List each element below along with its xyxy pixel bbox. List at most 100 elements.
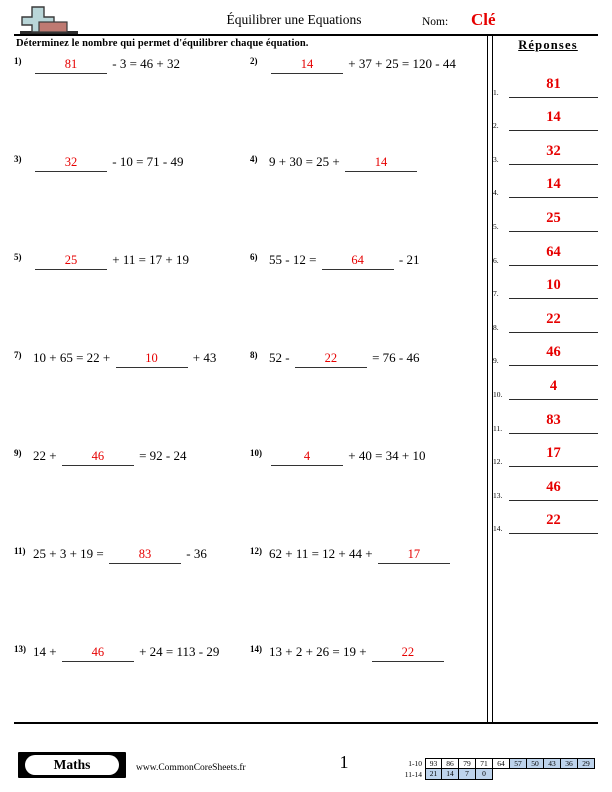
answer-line[interactable]: 83: [509, 409, 598, 434]
equation-suffix: - 3 = 46 + 32: [109, 56, 180, 71]
answers-list: 1. 81 2. 14 3. 32 4. 14 5. 25 6. 64 7. 10 8. 22 9. 46 10. 4…: [492, 64, 600, 535]
answer-value: 64: [546, 243, 561, 260]
answer-row: 9. 46: [492, 333, 600, 367]
equation-suffix: + 43: [189, 350, 217, 365]
question-number: 11): [14, 546, 26, 556]
score-row: 11-14 21 14 7 0: [396, 769, 595, 780]
questions-grid: 1) 81 - 3 = 46 + 32 2) 14 + 37 + 25 = 120 -…: [14, 56, 484, 716]
question-number: 3): [14, 154, 22, 164]
answer-line[interactable]: 22: [509, 308, 598, 333]
answer-index: 9.: [493, 356, 499, 366]
answer-line[interactable]: 14: [509, 106, 598, 132]
answer-blank[interactable]: 32: [35, 155, 107, 172]
equation-expression: 14 + 46 + 24 = 113 - 29: [33, 644, 219, 662]
answer-index: 13.: [493, 490, 503, 500]
answer-blank[interactable]: 25: [35, 253, 107, 270]
answer-row: 2. 14: [492, 98, 600, 132]
answer-blank[interactable]: 4: [271, 449, 343, 466]
answers-column: Réponses 1. 81 2. 14 3. 32 4. 14 5. 25 6. 64 7. 10 8. 2…: [492, 38, 600, 535]
answer-blank[interactable]: 81: [35, 57, 107, 74]
answer-index: 14.: [493, 524, 503, 534]
question-item: 6) 55 - 12 = 64 - 21: [250, 252, 482, 282]
equation-suffix: = 76 - 46: [368, 350, 420, 365]
equation-suffix: + 37 + 25 = 120 - 44: [345, 56, 456, 71]
answer-line[interactable]: 25: [509, 207, 598, 232]
answer-index: 11.: [493, 423, 503, 433]
answer-line[interactable]: 14: [509, 173, 598, 199]
answer-value: 4: [549, 377, 558, 394]
question-item: 9) 22 + 46 = 92 - 24: [14, 448, 246, 478]
equation-prefix: 13 + 2 + 26 = 19 +: [269, 644, 370, 659]
score-row: 1-10 93 86 79 71 64 57 50 43 36 29: [396, 758, 595, 769]
equation-expression: 14 + 37 + 25 = 120 - 44: [269, 56, 456, 74]
answer-blank[interactable]: 46: [61, 645, 134, 662]
question-number: 4): [250, 154, 258, 164]
question-number: 9): [14, 448, 22, 458]
answer-blank[interactable]: 22: [294, 351, 367, 368]
name-value: Clé: [471, 10, 496, 29]
answer-row: 8. 22: [492, 299, 600, 333]
answer-row: 6. 64: [492, 232, 600, 266]
answer-index: 12.: [493, 457, 503, 467]
equation-expression: 81 - 3 = 46 + 32: [33, 56, 180, 74]
question-number: 5): [14, 252, 22, 262]
answer-row: 4. 14: [492, 165, 600, 199]
answers-title: Réponses: [518, 38, 578, 52]
answer-blank[interactable]: 17: [377, 547, 450, 564]
answer-line[interactable]: 32: [509, 140, 598, 165]
answer-line[interactable]: 4: [509, 375, 598, 400]
equation-expression: 25 + 11 = 17 + 19: [33, 252, 189, 270]
answer-blank[interactable]: 83: [109, 547, 181, 564]
equation-suffix: = 92 - 24: [135, 448, 187, 463]
answer-line[interactable]: 22: [509, 509, 598, 535]
answer-index: 5.: [493, 221, 499, 231]
question-row: 3) 32 - 10 = 71 - 49 4) 9 + 30 = 25 + 14: [14, 154, 484, 252]
score-cell: 71: [476, 758, 493, 769]
question-item: 12) 62 + 11 = 12 + 44 + 17: [250, 546, 482, 576]
answer-line[interactable]: 46: [509, 341, 598, 367]
answer-blank[interactable]: 46: [61, 449, 134, 466]
score-cell: 64: [493, 758, 510, 769]
answer-index: 6.: [493, 255, 499, 265]
question-item: 11) 25 + 3 + 19 = 83 - 36: [14, 546, 246, 576]
question-number: 6): [250, 252, 258, 262]
equation-expression: 52 - 22 = 76 - 46: [269, 350, 420, 368]
question-row: 9) 22 + 46 = 92 - 24 10) 4 + 40 = 34 + 10: [14, 448, 484, 546]
answer-row: 5. 25: [492, 198, 600, 232]
score-cell: 57: [510, 758, 527, 769]
equation-suffix: + 11 = 17 + 19: [109, 252, 190, 267]
answer-value: 46: [546, 478, 561, 495]
equation-prefix: 55 - 12 =: [269, 252, 320, 267]
page-number: 1: [339, 752, 349, 772]
equation-suffix: + 24 = 113 - 29: [135, 644, 220, 659]
equation-suffix: + 40 = 34 + 10: [345, 448, 426, 463]
answer-value: 22: [546, 310, 561, 327]
answer-line[interactable]: 46: [509, 476, 598, 501]
score-cell: 43: [544, 758, 561, 769]
answer-line[interactable]: 64: [509, 241, 598, 266]
question-item: 10) 4 + 40 = 34 + 10: [250, 448, 482, 478]
answer-blank[interactable]: 64: [321, 253, 394, 270]
question-item: 8) 52 - 22 = 76 - 46: [250, 350, 482, 380]
answer-value: 14: [546, 176, 561, 193]
equation-expression: 22 + 46 = 92 - 24: [33, 448, 187, 466]
score-table: 1-10 93 86 79 71 64 57 50 43 36 29 11-14 21 14 7 0: [396, 758, 595, 780]
question-row: 5) 25 + 11 = 17 + 19 6) 55 - 12 = 64 - 21: [14, 252, 484, 350]
answer-row: 1. 81: [492, 64, 600, 98]
answer-line[interactable]: 10: [509, 274, 598, 300]
answer-line[interactable]: 17: [509, 442, 598, 468]
question-item: 13) 14 + 46 + 24 = 113 - 29: [14, 644, 246, 674]
answer-index: 2.: [493, 121, 499, 131]
answer-blank[interactable]: 10: [115, 351, 188, 368]
question-number: 13): [14, 644, 26, 654]
score-cell: 86: [442, 758, 459, 769]
answer-blank[interactable]: 22: [371, 645, 444, 662]
score-cell: 79: [459, 758, 476, 769]
answer-blank[interactable]: 14: [345, 155, 417, 172]
score-cell: 50: [527, 758, 544, 769]
question-item: 1) 81 - 3 = 46 + 32: [14, 56, 246, 86]
answer-blank[interactable]: 14: [271, 57, 343, 74]
answer-line[interactable]: 81: [509, 73, 598, 98]
equation-expression: 62 + 11 = 12 + 44 + 17: [269, 546, 452, 564]
answer-index: 4.: [493, 188, 499, 198]
